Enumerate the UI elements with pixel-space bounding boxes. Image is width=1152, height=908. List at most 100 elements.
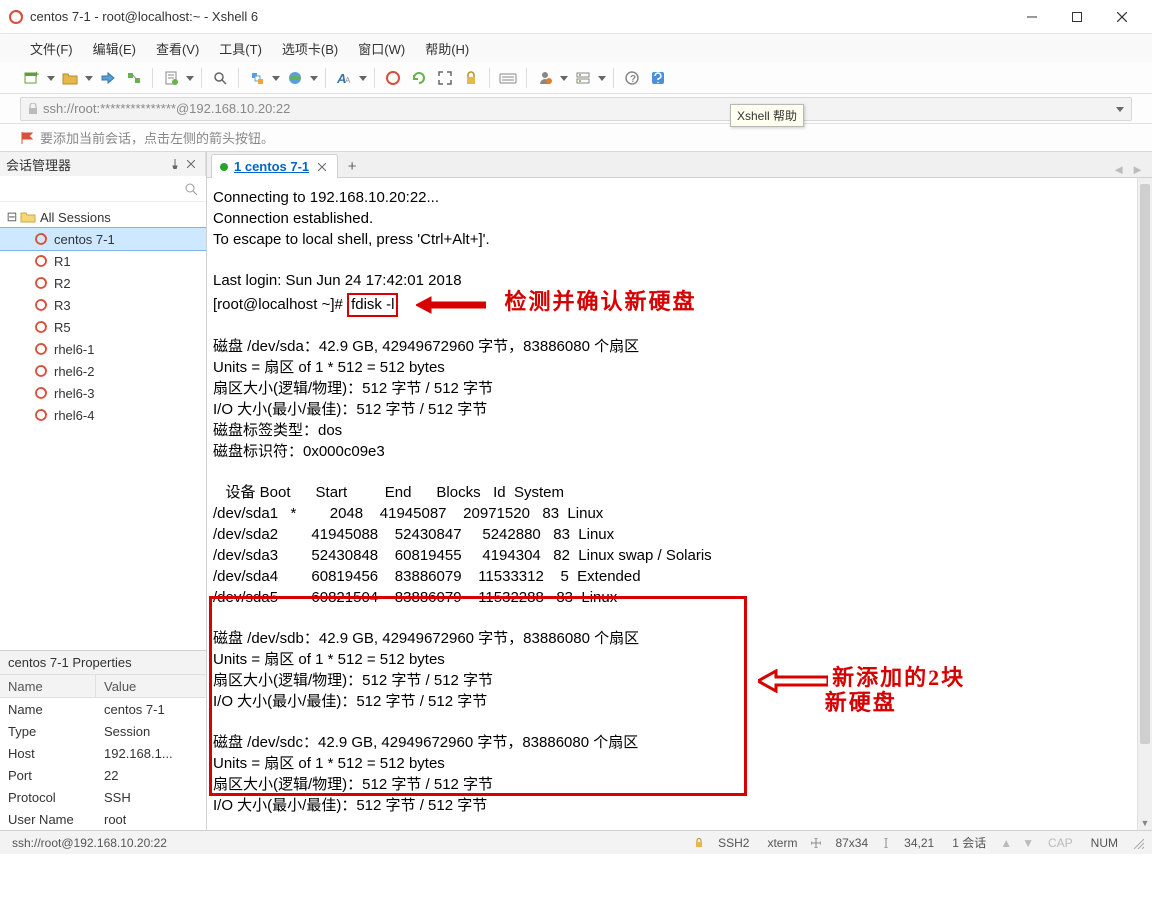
scrollbar-thumb[interactable] bbox=[1140, 184, 1150, 744]
address-text: ssh://root:***************@192.168.10.20… bbox=[43, 101, 1115, 116]
reconnect-icon[interactable] bbox=[122, 66, 146, 90]
pin-icon[interactable] bbox=[167, 156, 183, 172]
font-icon[interactable]: AA bbox=[332, 66, 356, 90]
collapse-icon[interactable]: ⊟ bbox=[6, 209, 18, 225]
title-bar: centos 7-1 - root@localhost:~ - Xshell 6 bbox=[0, 0, 1152, 34]
minimize-button[interactable] bbox=[1009, 2, 1054, 32]
fullscreen-icon[interactable] bbox=[433, 66, 457, 90]
menu-tabs[interactable]: 选项卡(B) bbox=[272, 35, 348, 62]
property-row: Host192.168.1... bbox=[0, 742, 206, 764]
tree-root-label: All Sessions bbox=[40, 210, 111, 225]
search-icon[interactable] bbox=[208, 66, 232, 90]
vertical-scrollbar[interactable]: ▼ bbox=[1137, 178, 1152, 830]
property-name: Protocol bbox=[0, 790, 96, 805]
copy-icon[interactable] bbox=[245, 66, 269, 90]
tab-active[interactable]: 1 centos 7-1 bbox=[211, 154, 338, 178]
keyboard-icon[interactable] bbox=[496, 66, 520, 90]
address-input[interactable]: ssh://root:***************@192.168.10.20… bbox=[20, 97, 1132, 121]
user-icon[interactable] bbox=[533, 66, 557, 90]
menu-tools[interactable]: 工具(T) bbox=[209, 35, 272, 62]
session-item[interactable]: rhel6-4 bbox=[0, 404, 206, 426]
menu-window[interactable]: 窗口(W) bbox=[348, 35, 415, 62]
tab-nav: ◄ ► bbox=[1112, 162, 1144, 177]
refresh-icon[interactable] bbox=[407, 66, 431, 90]
menu-view[interactable]: 查看(V) bbox=[146, 35, 209, 62]
command-highlight: fdisk -l bbox=[347, 293, 398, 317]
globe-icon[interactable] bbox=[283, 66, 307, 90]
arrow-left-icon bbox=[758, 669, 828, 693]
dimensions-icon bbox=[811, 838, 821, 848]
session-item[interactable]: centos 7-1 bbox=[0, 228, 206, 250]
property-row: TypeSession bbox=[0, 720, 206, 742]
properties-header-value[interactable]: Value bbox=[96, 675, 144, 697]
menu-edit[interactable]: 编辑(E) bbox=[83, 35, 146, 62]
down-icon[interactable]: ▼ bbox=[1022, 836, 1034, 850]
new-session-icon[interactable]: + bbox=[20, 66, 44, 90]
terminal-line: 扇区大小(逻辑/物理)：512 字节 / 512 字节 bbox=[213, 380, 493, 397]
dropdown-icon[interactable] bbox=[597, 74, 607, 82]
dropdown-icon[interactable] bbox=[271, 74, 281, 82]
dropdown-icon[interactable] bbox=[46, 74, 56, 82]
properties-icon[interactable] bbox=[159, 66, 183, 90]
help-icon[interactable] bbox=[646, 66, 670, 90]
status-num: NUM bbox=[1087, 836, 1122, 850]
dropdown-icon[interactable] bbox=[358, 74, 368, 82]
annotation-text: 新硬盘 bbox=[825, 690, 897, 715]
lock-icon[interactable] bbox=[459, 66, 483, 90]
transfer-icon[interactable] bbox=[96, 66, 120, 90]
session-item[interactable]: R1 bbox=[0, 250, 206, 272]
separator bbox=[325, 68, 326, 88]
terminal-line: /dev/sda3 52430848 60819455 4194304 82 L… bbox=[213, 547, 712, 564]
property-value: 192.168.1... bbox=[96, 746, 173, 761]
property-row: User Nameroot bbox=[0, 808, 206, 830]
session-label: centos 7-1 bbox=[54, 232, 115, 247]
dropdown-icon[interactable] bbox=[309, 74, 319, 82]
dropdown-icon[interactable] bbox=[185, 74, 195, 82]
right-panel: 1 centos 7-1 + ◄ ► Connecting to 192.168… bbox=[207, 152, 1152, 830]
tab-next-icon[interactable]: ► bbox=[1131, 162, 1144, 177]
info-icon[interactable]: ? bbox=[620, 66, 644, 90]
session-item[interactable]: rhel6-3 bbox=[0, 382, 206, 404]
tab-prev-icon[interactable]: ◄ bbox=[1112, 162, 1125, 177]
session-item[interactable]: R2 bbox=[0, 272, 206, 294]
open-folder-icon[interactable] bbox=[58, 66, 82, 90]
status-term: xterm bbox=[763, 836, 801, 850]
menu-help[interactable]: 帮助(H) bbox=[415, 35, 479, 62]
tree-root[interactable]: ⊟ All Sessions bbox=[0, 206, 206, 228]
flag-icon bbox=[20, 131, 34, 145]
separator bbox=[526, 68, 527, 88]
terminal[interactable]: Connecting to 192.168.10.20:22... Connec… bbox=[207, 178, 1152, 830]
session-item[interactable]: R3 bbox=[0, 294, 206, 316]
properties-header-name[interactable]: Name bbox=[0, 675, 96, 697]
dropdown-icon[interactable] bbox=[559, 74, 569, 82]
close-panel-icon[interactable] bbox=[183, 156, 199, 172]
terminal-prompt: [root@localhost ~]# bbox=[213, 296, 347, 313]
separator bbox=[613, 68, 614, 88]
dropdown-icon[interactable] bbox=[84, 74, 94, 82]
terminal-line: /dev/sda1 * 2048 41945087 20971520 83 Li… bbox=[213, 505, 603, 522]
session-label: rhel6-4 bbox=[54, 408, 94, 423]
server-icon[interactable] bbox=[571, 66, 595, 90]
dropdown-icon[interactable] bbox=[1115, 104, 1125, 114]
svg-text:?: ? bbox=[630, 74, 636, 85]
tab-add-button[interactable]: + bbox=[342, 155, 362, 177]
menu-file[interactable]: 文件(F) bbox=[20, 35, 83, 62]
up-icon[interactable]: ▲ bbox=[1000, 836, 1012, 850]
search-icon[interactable] bbox=[184, 182, 198, 196]
session-item[interactable]: rhel6-1 bbox=[0, 338, 206, 360]
separator bbox=[238, 68, 239, 88]
swirl-red-icon[interactable] bbox=[381, 66, 405, 90]
resize-grip-icon[interactable] bbox=[1132, 837, 1144, 849]
maximize-button[interactable] bbox=[1054, 2, 1099, 32]
tab-close-icon[interactable] bbox=[315, 160, 329, 174]
session-tree[interactable]: ⊟ All Sessions centos 7-1 R1R2R3R5rhel6-1… bbox=[0, 202, 206, 650]
session-item[interactable]: rhel6-2 bbox=[0, 360, 206, 382]
terminal-line: Units = 扇区 of 1 * 512 = 512 bytes bbox=[213, 359, 445, 376]
session-icon bbox=[34, 320, 48, 334]
scroll-down-icon[interactable]: ▼ bbox=[1138, 816, 1152, 830]
terminal-line: Connection established. bbox=[213, 210, 373, 227]
close-button[interactable] bbox=[1099, 2, 1144, 32]
separator bbox=[201, 68, 202, 88]
tooltip: Xshell 帮助 bbox=[730, 104, 804, 127]
session-item[interactable]: R5 bbox=[0, 316, 206, 338]
